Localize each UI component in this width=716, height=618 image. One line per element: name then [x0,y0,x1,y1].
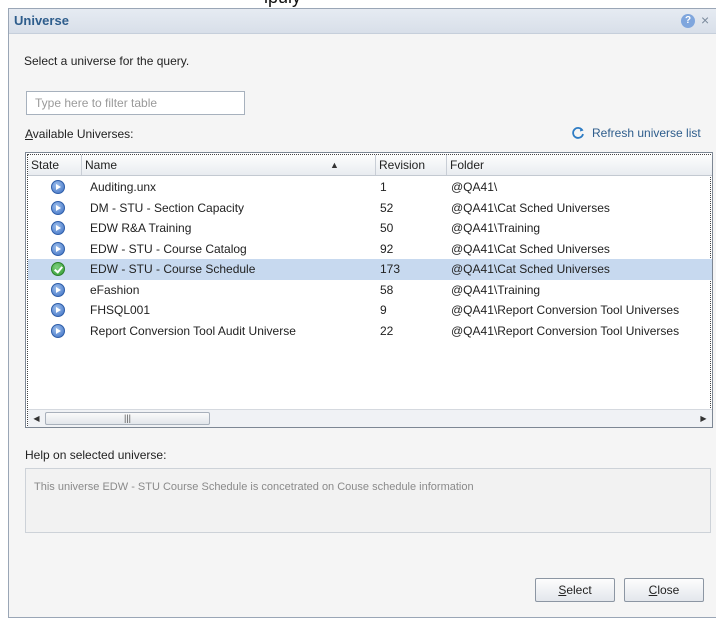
table-row[interactable]: EDW - STU - Course Catalog 92 @QA41\Cat Sc… [28,239,712,260]
cropped-top-text: ipuly [0,0,716,8]
cell-folder: @QA41\ [451,180,498,194]
cell-revision: 9 [380,303,387,317]
cell-name: EDW R&A Training [90,221,192,235]
checkmark-icon [51,262,65,276]
column-header-revision[interactable]: Revision [376,155,447,175]
cell-folder: @QA41\Training [451,282,541,297]
cell-folder: @QA41\Cat Sched Universes [451,241,610,256]
cell-folder: @QA41\Cat Sched Universes [451,200,610,215]
arrow-right-icon [51,180,65,194]
cell-folder: @QA41\Cat Sched Universes [451,262,610,276]
arrow-right-icon [51,303,65,317]
cell-revision: 22 [380,323,394,338]
table-body: Auditing.unx 1 @QA41\ DM - STU - Section Ca… [28,177,712,341]
cell-folder: @QA41\Training [451,221,541,235]
cell-name: FHSQL001 [90,303,151,317]
table-row[interactable]: Auditing.unx 1 @QA41\ [28,177,712,198]
question-icon[interactable]: ? [681,14,695,28]
cell-revision: 50 [380,221,394,235]
table-row[interactable]: EDW R&A Training 50 @QA41\Training [28,218,712,239]
cell-name: DM - STU - Section Capacity [90,200,245,215]
scroll-left-icon[interactable]: ◀ [30,412,43,425]
cell-revision: 173 [380,262,401,276]
universe-dialog: Universe ? × Select a universe for the q… [8,8,716,618]
horizontal-scrollbar[interactable]: ◀ ||| ▶ [28,409,712,427]
close-button[interactable]: Close [624,578,704,602]
cell-revision: 58 [380,282,394,297]
close-icon[interactable]: × [701,12,709,28]
arrow-right-icon [51,200,65,215]
dialog-titlebar: Universe ? × [9,9,716,34]
arrow-right-icon [51,282,65,297]
cell-name: eFashion [90,282,140,297]
cropped-top-text-label: ipuly [264,0,301,8]
refresh-label: Refresh universe list [592,126,701,140]
column-header-name[interactable]: Name ▲ [82,155,376,175]
arrow-right-icon [51,241,65,256]
help-text: This universe EDW - STU Course Schedule … [34,481,474,493]
cell-folder: @QA41\Report Conversion Tool Universes [451,323,680,338]
sort-ascending-icon: ▲ [330,160,339,170]
column-header-state[interactable]: State [28,155,82,175]
table-row[interactable]: Report Conversion Tool Audit Universe 22 @… [28,321,712,342]
instruction-text: Select a universe for the query. [24,54,190,68]
cell-revision: 92 [380,241,394,256]
table-row[interactable]: FHSQL001 9 @QA41\Report Conversion Tool Un… [28,300,712,321]
cell-revision: 1 [380,180,387,194]
cell-revision: 52 [380,200,394,215]
cell-name: Auditing.unx [90,180,157,194]
arrow-right-icon [51,323,65,338]
available-universes-label: Available Universes: [25,127,134,141]
cell-name: EDW - STU - Course Schedule [90,262,256,276]
cell-name: EDW - STU - Course Catalog [90,241,247,256]
table-header: State Name ▲ Revision Folder [28,155,712,176]
scrollbar-thumb[interactable]: ||| [45,412,210,425]
cell-name: Report Conversion Tool Audit Universe [90,323,296,338]
arrow-right-icon [51,221,65,235]
select-button[interactable]: Select [535,578,615,602]
table-row[interactable]: EDW - STU - Course Schedule 173 @QA41\Cat … [28,259,712,280]
help-label: Help on selected universe: [25,448,167,462]
table-row[interactable]: DM - STU - Section Capacity 52 @QA41\Cat S… [28,198,712,219]
help-textarea: This universe EDW - STU Course Schedule … [25,468,711,533]
filter-input[interactable] [26,91,245,115]
cell-folder: @QA41\Report Conversion Tool Universes [451,303,680,317]
refresh-universe-list-link[interactable]: Refresh universe list [570,125,701,141]
dialog-title: Universe [14,13,69,28]
table-row[interactable]: eFashion 58 @QA41\Training [28,280,712,301]
column-header-name-label: Name [85,158,118,172]
column-header-folder[interactable]: Folder [447,155,712,175]
scroll-right-icon[interactable]: ▶ [697,412,710,425]
refresh-icon [572,127,584,139]
universes-table[interactable]: State Name ▲ Revision Folder Auditing.un… [25,152,713,428]
